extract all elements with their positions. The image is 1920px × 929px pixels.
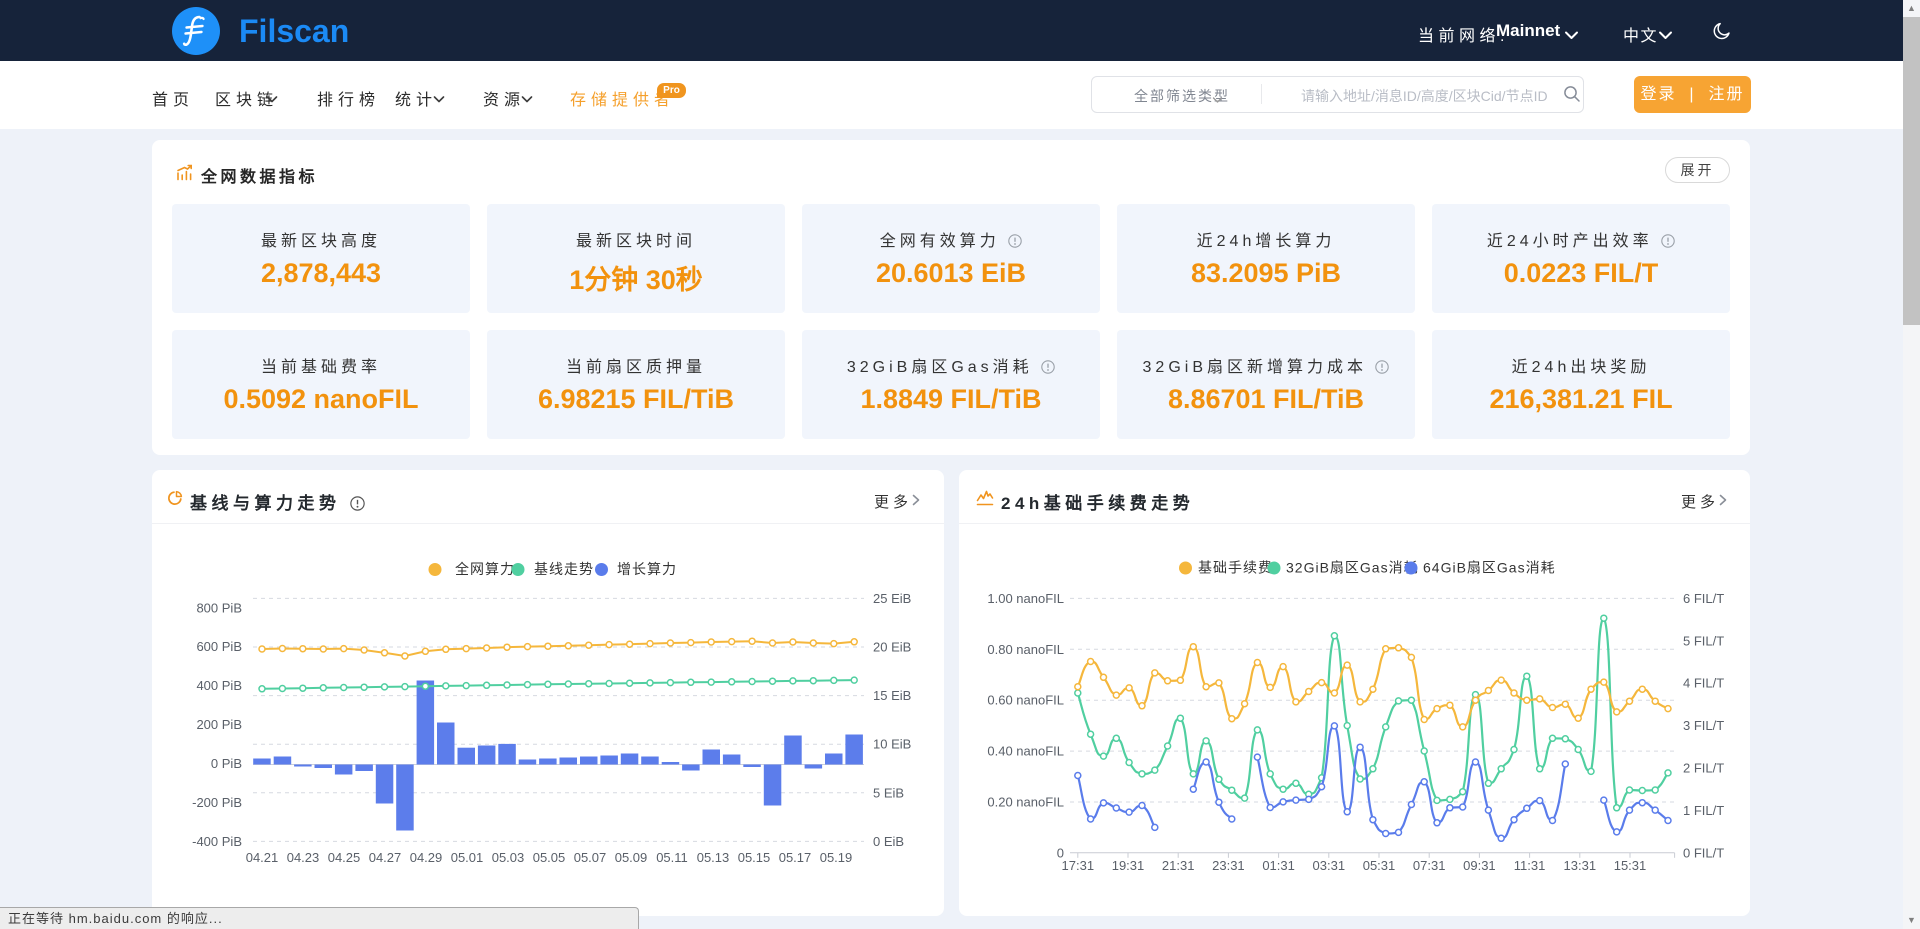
svg-text:13:31: 13:31 [1564,858,1597,873]
svg-text:05.03: 05.03 [492,850,525,865]
svg-text:05.13: 05.13 [697,850,730,865]
svg-text:200 PiB: 200 PiB [196,717,242,732]
svg-text:04.23: 04.23 [287,850,320,865]
svg-text:0.20 nanoFIL: 0.20 nanoFIL [987,795,1064,810]
svg-text:0.40 nanoFIL: 0.40 nanoFIL [987,744,1064,759]
svg-text:0.80 nanoFIL: 0.80 nanoFIL [987,642,1064,657]
svg-text:5 FIL/T: 5 FIL/T [1683,633,1724,648]
svg-text:19:31: 19:31 [1112,858,1145,873]
svg-text:10 EiB: 10 EiB [873,737,911,752]
svg-text:15:31: 15:31 [1614,858,1647,873]
svg-text:15 EiB: 15 EiB [873,688,911,703]
svg-text:0 FIL/T: 0 FIL/T [1683,845,1724,860]
svg-text:64GiB扇区Gas消耗: 64GiB扇区Gas消耗 [1423,560,1556,576]
svg-text:05.05: 05.05 [533,850,566,865]
svg-text:4 FIL/T: 4 FIL/T [1683,676,1724,691]
svg-text:0 EiB: 0 EiB [873,834,904,849]
svg-text:05:31: 05:31 [1363,858,1396,873]
svg-text:600 PiB: 600 PiB [196,639,242,654]
svg-text:04.21: 04.21 [246,850,279,865]
svg-text:05.15: 05.15 [738,850,771,865]
svg-text:基线走势: 基线走势 [534,561,594,577]
svg-text:17:31: 17:31 [1062,858,1095,873]
svg-text:32GiB扇区Gas消耗: 32GiB扇区Gas消耗 [1286,560,1419,576]
svg-text:800 PiB: 800 PiB [196,600,242,615]
svg-text:04.29: 04.29 [410,850,443,865]
svg-text:基础手续费: 基础手续费 [1198,560,1273,576]
svg-text:07:31: 07:31 [1413,858,1446,873]
svg-text:04.25: 04.25 [328,850,361,865]
svg-text:05.09: 05.09 [615,850,648,865]
svg-text:1.00 nanoFIL: 1.00 nanoFIL [987,591,1064,606]
svg-text:0.60 nanoFIL: 0.60 nanoFIL [987,693,1064,708]
svg-text:04.27: 04.27 [369,850,402,865]
svg-text:01:31: 01:31 [1262,858,1295,873]
svg-text:21:31: 21:31 [1162,858,1195,873]
svg-text:11:31: 11:31 [1514,858,1546,873]
svg-text:6 FIL/T: 6 FIL/T [1683,591,1724,606]
svg-text:20 EiB: 20 EiB [873,640,911,655]
svg-text:-200 PiB: -200 PiB [192,795,242,810]
svg-text:05.17: 05.17 [779,850,812,865]
svg-text:0 PiB: 0 PiB [211,756,242,771]
svg-text:05.01: 05.01 [451,850,484,865]
svg-text:03:31: 03:31 [1313,858,1346,873]
svg-text:09:31: 09:31 [1463,858,1496,873]
svg-text:25 EiB: 25 EiB [873,591,911,606]
svg-text:-400 PiB: -400 PiB [192,834,242,849]
svg-text:5 EiB: 5 EiB [873,785,904,800]
svg-text:400 PiB: 400 PiB [196,678,242,693]
svg-text:05.07: 05.07 [574,850,607,865]
svg-text:1 FIL/T: 1 FIL/T [1683,803,1724,818]
svg-text:增长算力: 增长算力 [617,561,677,577]
svg-text:全网算力: 全网算力 [455,561,515,577]
svg-text:05.11: 05.11 [656,850,688,865]
svg-text:2 FIL/T: 2 FIL/T [1683,761,1724,776]
svg-text:3 FIL/T: 3 FIL/T [1683,718,1724,733]
svg-text:05.19: 05.19 [820,850,853,865]
svg-text:23:31: 23:31 [1212,858,1245,873]
